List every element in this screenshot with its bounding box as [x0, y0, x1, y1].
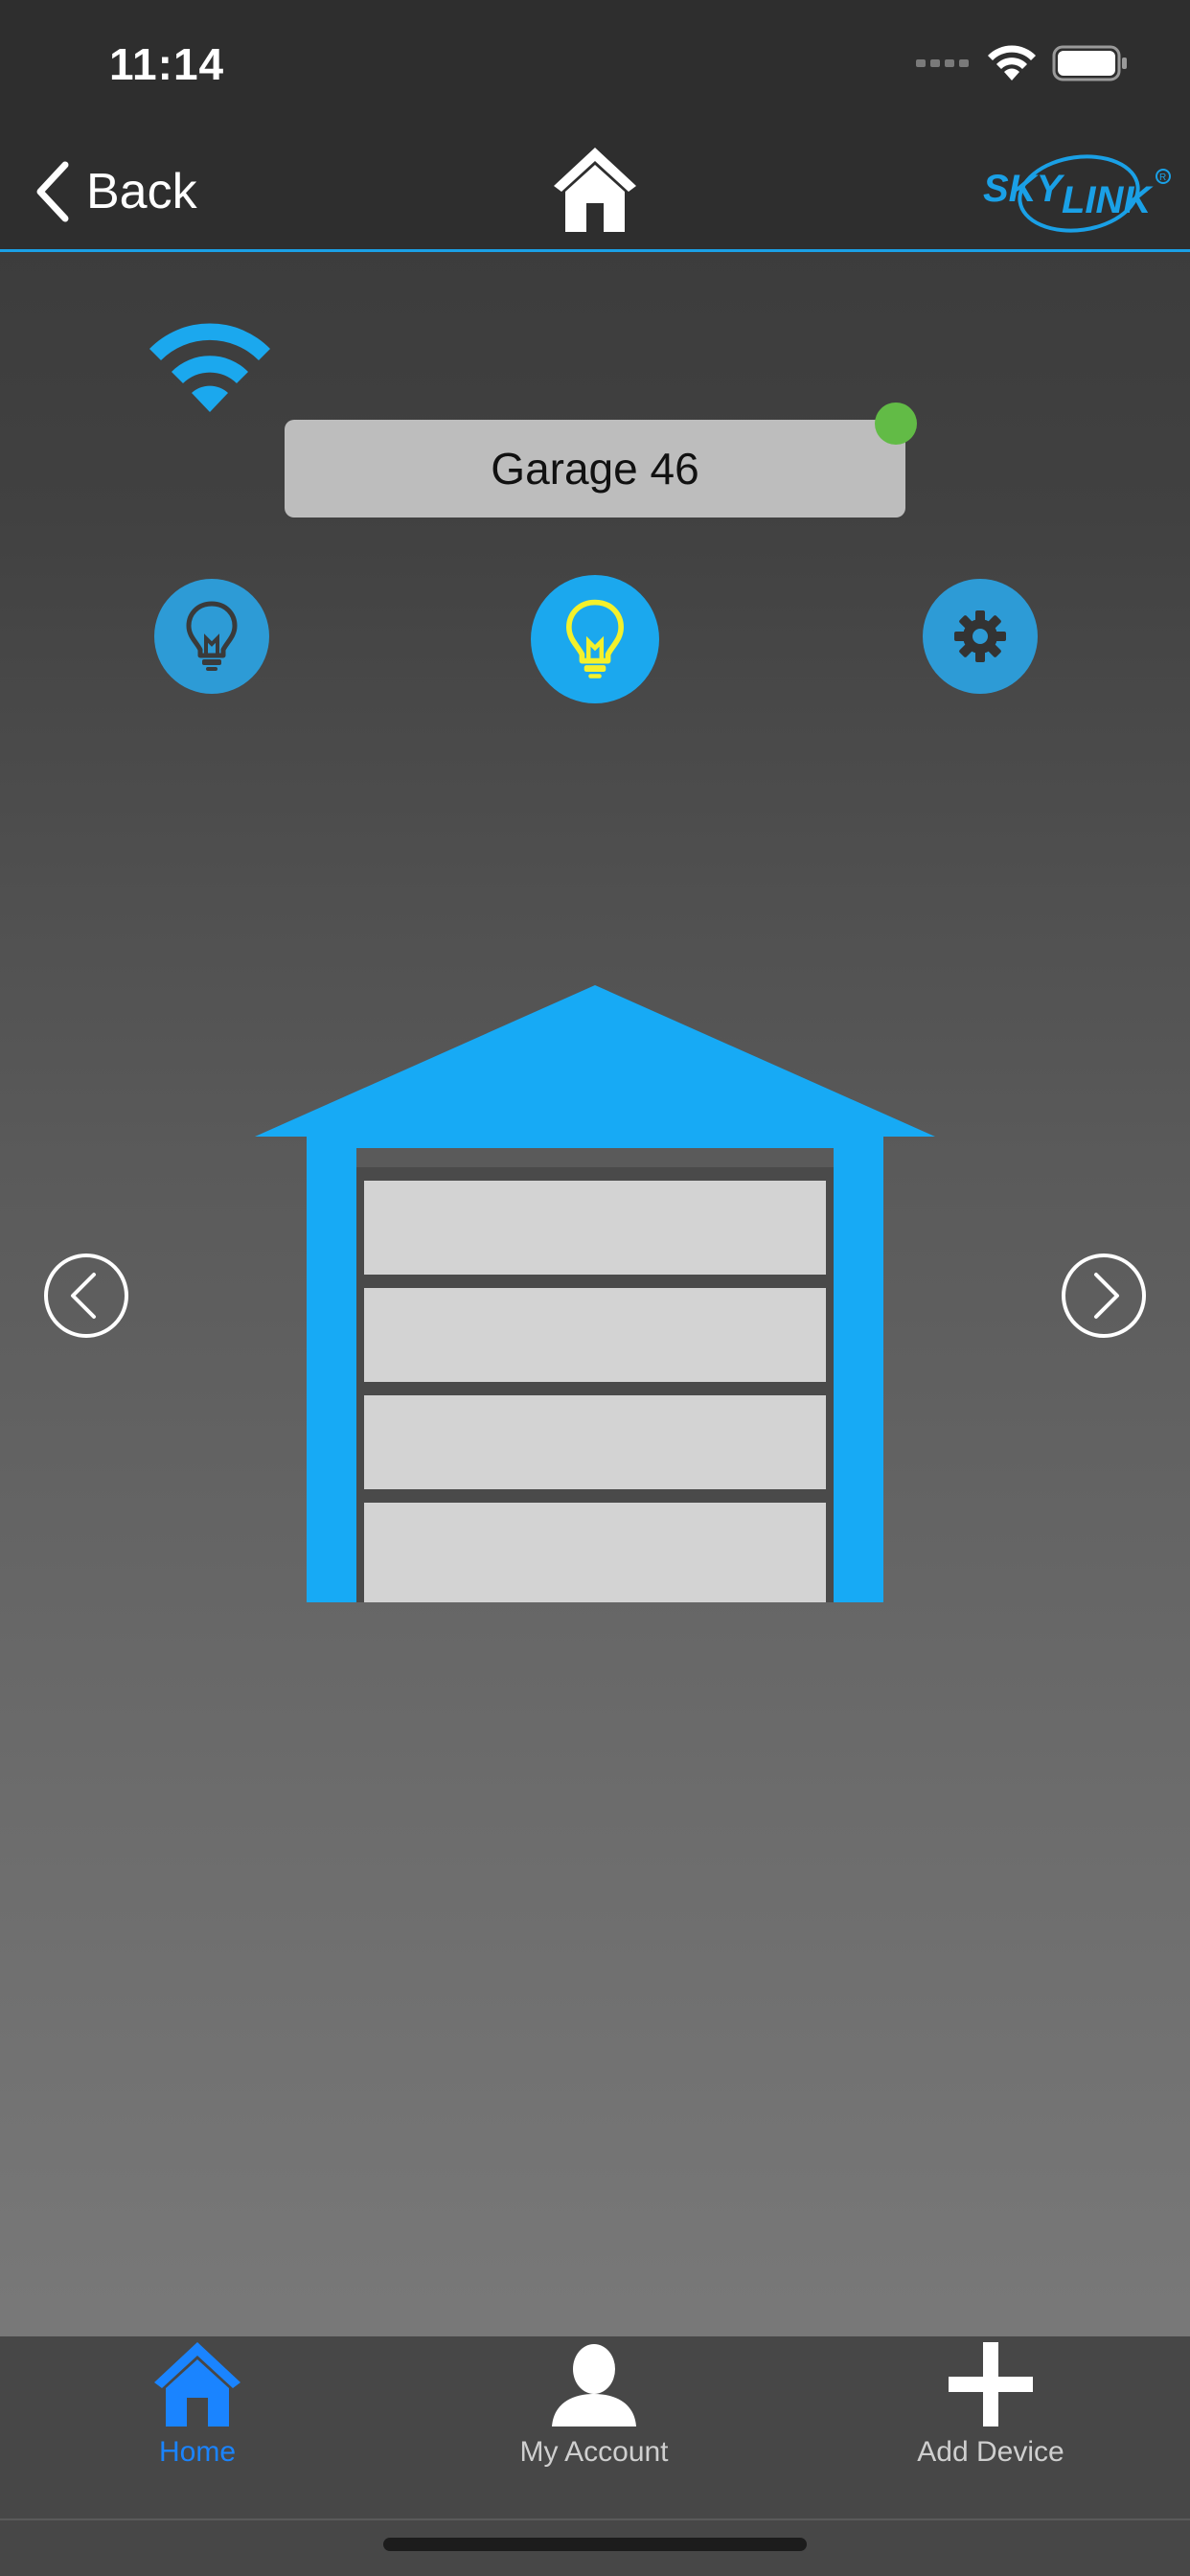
tab-home-label: Home: [158, 2436, 237, 2468]
chevron-left-icon: [71, 1273, 96, 1319]
home-nav-icon[interactable]: [550, 144, 640, 236]
tab-home[interactable]: Home: [54, 2336, 341, 2480]
tab-my-account-label: My Account: [519, 2436, 669, 2468]
status-icons: [916, 44, 1129, 82]
garage-door-button[interactable]: [255, 985, 935, 1602]
settings-button[interactable]: [923, 579, 1038, 694]
tab-divider: [0, 2518, 1190, 2520]
chevron-left-icon: [36, 161, 69, 222]
battery-icon: [1052, 45, 1127, 81]
brand-text-sky: SKY: [983, 168, 1065, 210]
cellular-signal-icon: [916, 59, 969, 67]
next-device-button[interactable]: [1060, 1252, 1148, 1340]
user-icon: [552, 2344, 636, 2426]
previous-device-button[interactable]: [42, 1252, 130, 1340]
wifi-status-icon: [988, 45, 1036, 80]
status-time: 11:14: [109, 39, 225, 89]
skylink-logo: SKY LINK R: [983, 154, 1171, 233]
brand-text-link: LINK: [1062, 179, 1154, 221]
light-bulb-on-icon: [566, 599, 624, 678]
back-label: Back: [86, 164, 197, 219]
light-on-button[interactable]: [531, 575, 659, 703]
home-indicator[interactable]: [383, 2538, 807, 2551]
light-off-button[interactable]: [154, 579, 269, 694]
plus-icon: [949, 2342, 1033, 2426]
back-button[interactable]: Back: [34, 155, 197, 228]
light-bulb-off-icon: [186, 601, 238, 671]
gear-icon: [954, 610, 1006, 662]
nav-bar: Back SKY LINK R: [0, 134, 1190, 252]
device-name-label[interactable]: Garage 46: [285, 420, 905, 518]
chevron-right-icon: [1094, 1273, 1119, 1319]
home-icon: [154, 2342, 240, 2426]
tab-add-device-label: Add Device: [917, 2436, 1064, 2468]
tab-add-device[interactable]: Add Device: [847, 2336, 1134, 2480]
status-bar: 11:14: [0, 0, 1190, 134]
wifi-connection-icon: [149, 323, 270, 412]
online-status-dot: [875, 402, 917, 445]
svg-text:R: R: [1159, 172, 1166, 183]
tab-my-account[interactable]: My Account: [450, 2336, 738, 2480]
